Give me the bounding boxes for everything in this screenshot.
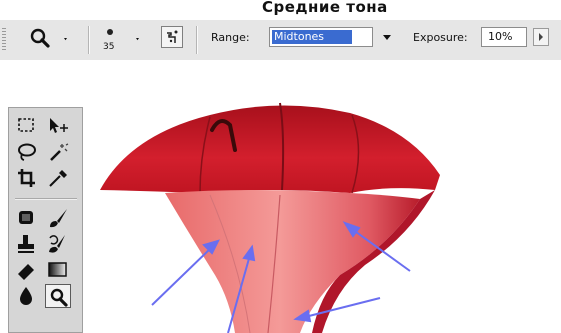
tool-history-brush[interactable] <box>45 232 71 256</box>
range-field[interactable]: Midtones <box>269 27 373 47</box>
chevron-down-icon <box>136 38 139 41</box>
brush-icon <box>50 209 67 228</box>
options-bar-grip[interactable] <box>2 28 6 52</box>
caption-title: Средние тона <box>262 0 388 16</box>
exposure-label: Exposure: <box>413 31 468 44</box>
umbrella-inner-funnel <box>165 190 420 333</box>
brush-size-value: 35 <box>103 42 115 52</box>
options-bar: 35 Range: Midtones Exposure: 10% <box>0 20 561 60</box>
tool-gradient[interactable] <box>45 258 71 282</box>
chevron-down-icon[interactable] <box>377 28 397 46</box>
history-brush-icon <box>49 235 65 253</box>
rectangular-marquee-icon <box>18 118 34 132</box>
magic-wand-icon <box>50 143 69 161</box>
umbrella-canopy <box>100 105 440 193</box>
tool-sponge-selected[interactable] <box>45 284 71 308</box>
move-icon <box>50 118 68 133</box>
chevron-down-icon <box>64 38 67 41</box>
lasso-icon <box>18 143 36 161</box>
tool-eraser[interactable] <box>14 258 40 282</box>
tool-lasso[interactable] <box>14 140 40 164</box>
tool-brush[interactable] <box>45 206 71 230</box>
eyedropper-icon <box>49 170 67 187</box>
clone-stamp-icon <box>18 235 34 253</box>
range-selected-value: Midtones <box>272 30 353 44</box>
airbrush-icon <box>167 30 178 43</box>
gradient-icon <box>48 262 67 277</box>
chevron-right-icon <box>539 33 543 41</box>
healing-brush-icon <box>19 211 33 224</box>
sponge-tool-icon <box>30 28 67 48</box>
range-dropdown[interactable]: Midtones <box>269 27 401 47</box>
tool-magic-wand[interactable] <box>45 140 71 164</box>
tool-healing-brush[interactable] <box>14 206 40 230</box>
canvas-umbrella-image <box>100 102 440 333</box>
range-label: Range: <box>211 31 250 44</box>
tool-clone-stamp[interactable] <box>14 232 40 256</box>
tool-blur[interactable] <box>14 284 40 308</box>
exposure-slider-button[interactable] <box>533 28 549 46</box>
brush-preset-picker[interactable]: 35 <box>96 24 148 56</box>
blur-icon <box>20 287 32 305</box>
separator <box>88 26 89 54</box>
exposure-input[interactable]: 10% <box>481 27 527 47</box>
tool-move[interactable] <box>45 114 71 138</box>
tool-eyedropper[interactable] <box>45 166 71 190</box>
tools-panel <box>8 107 83 333</box>
tool-marquee[interactable] <box>14 114 40 138</box>
sponge-icon <box>50 288 68 307</box>
separator <box>196 26 197 54</box>
crop-icon <box>18 169 35 187</box>
eraser-icon <box>18 264 34 280</box>
airbrush-toggle-button[interactable] <box>161 26 183 48</box>
panel-divider <box>15 198 77 200</box>
tool-crop[interactable] <box>14 166 40 190</box>
tool-preset-picker[interactable] <box>26 23 74 53</box>
